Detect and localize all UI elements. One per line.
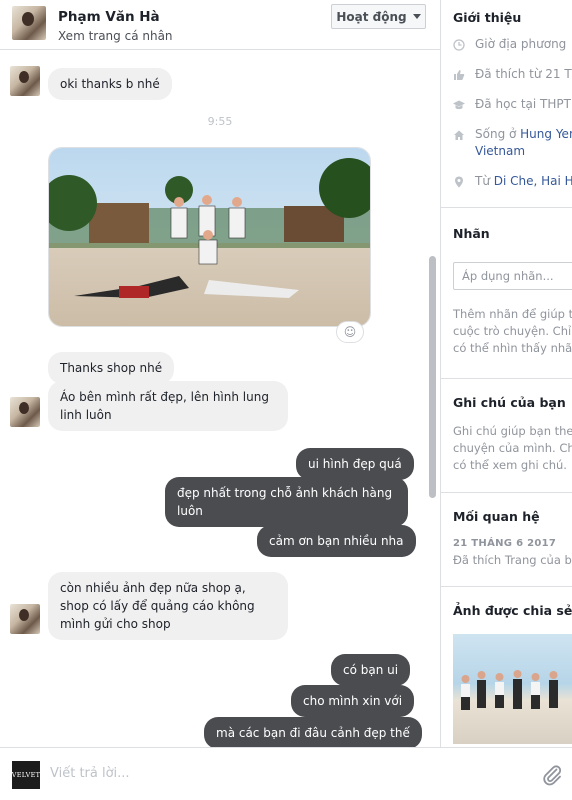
message-outgoing: ui hình đẹp quá [296, 448, 414, 480]
chevron-down-icon [412, 14, 421, 19]
intro-liked-since: Đã thích từ 21 Th [453, 66, 572, 83]
message-outgoing: đẹp nhất trong chỗ ảnh khách hàng luôn [165, 477, 408, 527]
page-avatar-logo: VELVET [12, 761, 40, 789]
message-outgoing: cảm ơn bạn nhiều nha [257, 525, 416, 557]
intro-title: Giới thiệu [453, 10, 522, 25]
contact-avatar[interactable] [12, 6, 46, 40]
clock-icon [453, 39, 465, 51]
like-icon [454, 70, 465, 80]
section-divider [441, 207, 572, 208]
intro-local-time: Giờ địa phương [453, 36, 566, 53]
beach-group-photo [49, 148, 370, 326]
view-profile-link[interactable]: Xem trang cá nhân [58, 29, 173, 43]
add-reaction-icon[interactable]: ☺ [336, 321, 364, 343]
shared-image[interactable] [48, 147, 371, 327]
shared-group-photo [461, 670, 558, 710]
contact-avatar-small [10, 66, 40, 96]
section-divider [441, 492, 572, 493]
home-icon [454, 130, 464, 140]
composer-bar: VELVET Viết trả lời... [0, 747, 572, 800]
message-incoming: oki thanks b nhé [48, 68, 172, 100]
status-label: Hoạt động [336, 9, 407, 24]
notes-help-line: chuyện của mình. Ch [453, 441, 572, 455]
intro-from: Từ Di Che, Hai H [453, 173, 572, 190]
hometown-link[interactable]: Di Che, Hai H [494, 174, 572, 188]
chat-scrollbar[interactable] [429, 256, 436, 498]
notes-help-line: có thể xem ghi chú. [453, 458, 567, 472]
message-incoming: còn nhiều ảnh đẹp nữa shop ạ, shop có lấ… [48, 572, 288, 640]
notes-help-line: Ghi chú giúp bạn theo [453, 424, 572, 438]
conversation-info-panel: Giới thiệu Giờ địa phương Đã thích từ 21… [440, 0, 572, 747]
relationship-title: Mối quan hệ [453, 509, 540, 524]
reply-input[interactable]: Viết trả lời... [50, 766, 130, 781]
conversation-header: Phạm Văn Hà Xem trang cá nhân Hoạt động [0, 0, 440, 50]
notes-title[interactable]: Ghi chú của bạn [453, 395, 566, 410]
contact-avatar-small [10, 604, 40, 634]
shared-photos-title: Ảnh được chia sẻ [453, 603, 572, 618]
labels-title: Nhãn [453, 226, 490, 241]
message-timestamp: 9:55 [207, 115, 233, 128]
message-incoming: Thanks shop nhé [48, 352, 175, 384]
intro-lives-in: Sống ở Hung Yen Vietnam [453, 126, 572, 160]
lives-in-link[interactable]: Hung Yen [520, 127, 572, 141]
section-divider [441, 378, 572, 379]
shared-photo-thumbnail[interactable] [453, 634, 572, 744]
section-divider [441, 586, 572, 587]
relationship-text: Đã thích Trang của ba [453, 553, 572, 567]
location-pin-icon [455, 176, 463, 188]
message-outgoing: mà các bạn đi đâu cảnh đẹp thế [204, 717, 422, 749]
contact-name[interactable]: Phạm Văn Hà [58, 9, 160, 25]
message-outgoing: cho mình xin với [291, 685, 415, 717]
intro-school: Đã học tại THPT [453, 96, 571, 113]
labels-help-line: có thể nhìn thấy nhãn [453, 341, 572, 355]
relationship-date: 21 THÁNG 6 2017 [453, 538, 557, 549]
labels-input[interactable]: Áp dụng nhãn... [453, 262, 572, 290]
contact-avatar-small [10, 397, 40, 427]
message-thread[interactable]: oki thanks b nhé 9:55 ☺ Thanks shop nhé … [0, 51, 440, 749]
status-dropdown-button[interactable]: Hoạt động [331, 4, 426, 29]
message-outgoing: có bạn ui [331, 654, 411, 686]
message-incoming: Áo bên mình rất đẹp, lên hình lung linh … [48, 381, 288, 431]
attachment-clip-icon[interactable] [540, 763, 564, 787]
labels-help-line: Thêm nhãn để giúp th [453, 307, 572, 321]
labels-help-line: cuộc trò chuyện. Chỉ [453, 324, 572, 338]
graduation-cap-icon [453, 100, 465, 110]
country-link[interactable]: Vietnam [475, 144, 525, 158]
